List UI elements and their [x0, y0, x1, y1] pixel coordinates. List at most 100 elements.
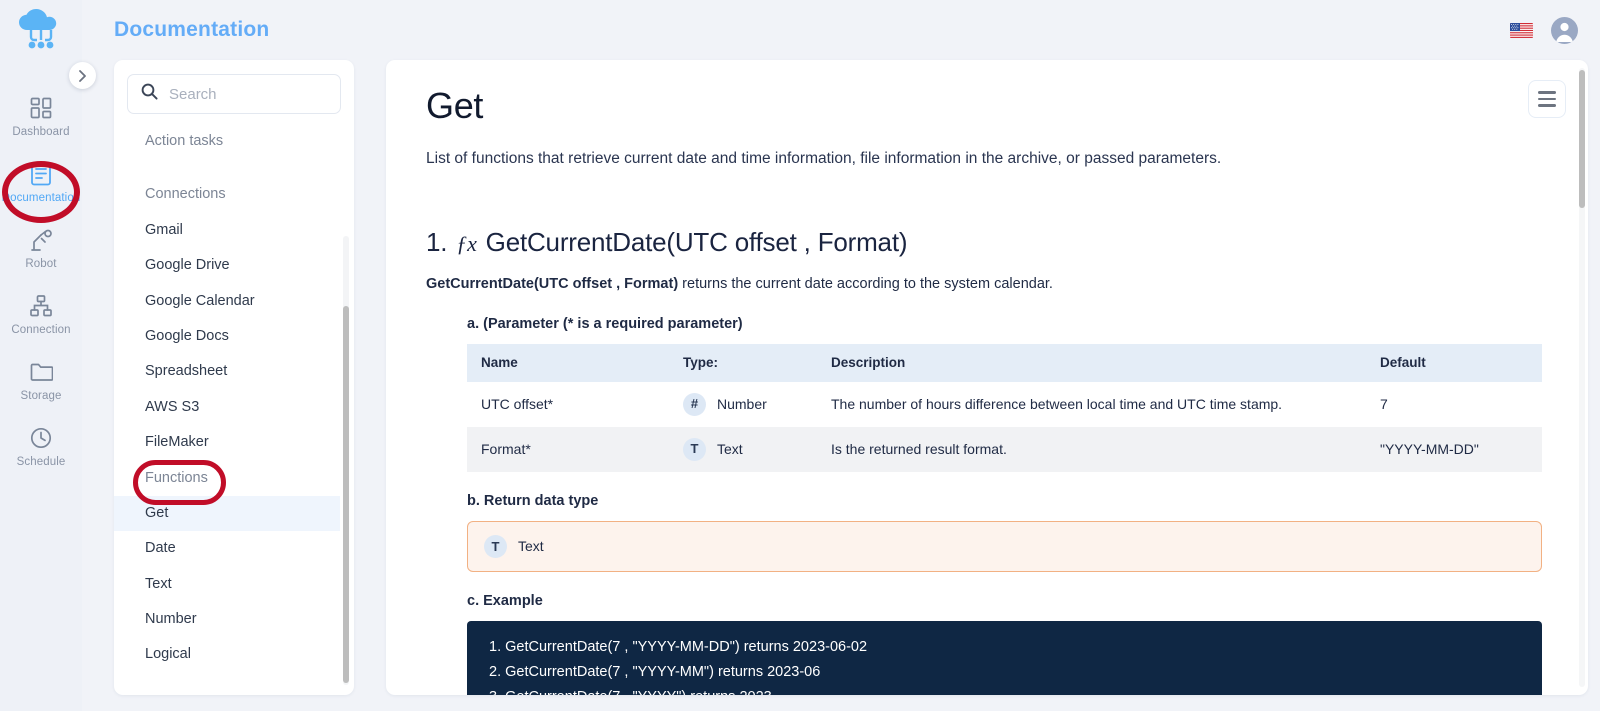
docnav-item-logical[interactable]: Logical	[114, 637, 340, 672]
rail-item-schedule[interactable]: Schedule	[0, 414, 82, 480]
function-summary: GetCurrentDate(UTC offset , Format) retu…	[426, 274, 1542, 294]
docnav-item-gmail[interactable]: Gmail	[114, 213, 340, 248]
docnav-item-text[interactable]: Text	[114, 567, 340, 602]
documentation-article: Get List of functions that retrieve curr…	[386, 60, 1588, 695]
table-header-row: Name Type: Description Default	[467, 343, 1542, 382]
parameters-table: Name Type: Description Default UTC offse…	[467, 343, 1542, 472]
search-icon	[141, 83, 158, 105]
documentation-nav-scroll: Action tasks Connections Gmail Google Dr…	[114, 124, 354, 695]
fx-icon: ƒx	[456, 231, 477, 257]
cell-param-type-label: Text	[717, 440, 743, 457]
robot-arm-icon	[28, 227, 54, 253]
example-line: 2. GetCurrentDate(7 , "YYYY-MM") returns…	[489, 663, 821, 680]
rail-item-label: Schedule	[16, 456, 66, 469]
function-heading: 1. ƒx GetCurrentDate(UTC offset , Format…	[426, 227, 1542, 258]
cell-param-type-label: Number	[717, 395, 767, 412]
rail-item-robot[interactable]: Robot	[0, 216, 82, 282]
docnav-item-google-docs[interactable]: Google Docs	[114, 319, 340, 354]
top-header-bar: Documentation	[82, 0, 1600, 60]
docnav-section-action-tasks[interactable]: Action tasks	[114, 124, 340, 159]
app-logo[interactable]	[11, 8, 71, 56]
table-row: Format* T Text Is the returned result fo…	[467, 426, 1542, 472]
documentation-nav-list: Action tasks Connections Gmail Google Dr…	[114, 124, 354, 695]
return-type-heading: b. Return data type	[467, 492, 599, 509]
table-row: UTC offset* # Number The number of hours…	[467, 382, 1542, 427]
page-body: Action tasks Connections Gmail Google Dr…	[82, 60, 1600, 711]
rail-item-documentation[interactable]: Documentation	[0, 150, 82, 216]
return-type-box: T Text	[467, 520, 1542, 572]
clock-icon	[28, 425, 54, 451]
docnav-item-date[interactable]: Date	[114, 531, 340, 566]
page-title: Get	[426, 85, 484, 126]
example-line: 3. GetCurrentDate(7 , "YYYY") returns 20…	[489, 685, 1520, 695]
folder-icon	[28, 359, 54, 385]
text-type-icon: T	[484, 534, 507, 558]
function-signature: GetCurrentDate(UTC offset , Format)	[485, 227, 908, 258]
rail-item-label: Storage	[20, 390, 62, 403]
column-header-description: Description	[817, 343, 1366, 382]
number-type-icon: #	[683, 392, 706, 416]
cell-param-name: UTC offset*	[481, 395, 554, 412]
column-header-name: Name	[467, 343, 669, 382]
dashboard-grid-icon	[28, 95, 54, 121]
app-shell: Documentation Search Action tasks Connec…	[82, 0, 1600, 711]
docnav-item-google-drive[interactable]: Google Drive	[114, 248, 340, 283]
cell-param-default: "YYYY-MM-DD"	[1366, 426, 1542, 472]
rail-item-list: Dashboard Documentation Robot Connection…	[0, 84, 82, 480]
hamburger-line	[1538, 104, 1556, 107]
us-flag-icon[interactable]	[1510, 22, 1533, 38]
search-input[interactable]	[169, 85, 327, 103]
cell-param-type: T Text	[669, 426, 817, 472]
function-summary-text: returns the current date according to th…	[678, 276, 1053, 293]
column-header-default: Default	[1366, 343, 1542, 382]
docnav-item-filemaker[interactable]: FileMaker	[114, 425, 340, 460]
example-line: 1. GetCurrentDate(7 , "YYYY-MM-DD") retu…	[489, 638, 868, 655]
docnav-item-spreadsheet[interactable]: Spreadsheet	[114, 354, 340, 389]
rail-item-label: Robot	[25, 258, 57, 271]
user-avatar-icon[interactable]	[1551, 16, 1578, 44]
cell-param-description: Is the returned result format.	[817, 426, 1366, 472]
docnav-item-get[interactable]: Get	[114, 495, 340, 532]
cell-param-type: # Number	[669, 382, 817, 427]
app-root: Dashboard Documentation Robot Connection…	[0, 0, 1600, 711]
scrollbar-thumb[interactable]	[343, 306, 349, 683]
cell-param-description: The number of hours difference between l…	[831, 395, 1283, 412]
docnav-item-number[interactable]: Number	[114, 602, 340, 637]
example-code-block: 1. GetCurrentDate(7 , "YYYY-MM-DD") retu…	[467, 620, 1542, 695]
function-index: 1.	[426, 227, 448, 258]
rail-collapse-toggle[interactable]	[69, 62, 96, 89]
content-scrollbar[interactable]	[1579, 68, 1585, 687]
hamburger-menu-icon[interactable]	[1528, 80, 1566, 118]
function-summary-signature: GetCurrentDate(UTC offset , Format)	[426, 276, 679, 293]
page-header-title: Documentation	[114, 18, 270, 41]
text-type-icon: T	[683, 437, 706, 461]
example-heading: c. Example	[467, 592, 543, 609]
docnav-item-google-calendar[interactable]: Google Calendar	[114, 284, 340, 319]
cell-param-name: Format*	[467, 426, 669, 472]
rail-item-dashboard[interactable]: Dashboard	[0, 84, 82, 150]
rail-item-label: Documentation	[1, 192, 81, 205]
rail-item-label: Connection	[11, 324, 71, 337]
search-container	[114, 60, 354, 124]
sitemap-icon	[28, 293, 54, 319]
docnav-item-aws-s3[interactable]: AWS S3	[114, 390, 340, 425]
page-description: List of functions that retrieve current …	[426, 149, 1222, 167]
document-icon	[28, 161, 54, 187]
rail-item-storage[interactable]: Storage	[0, 348, 82, 414]
hamburger-line	[1538, 97, 1556, 101]
search-box[interactable]	[127, 74, 341, 114]
primary-nav-rail: Dashboard Documentation Robot Connection…	[0, 0, 96, 711]
cell-param-default: 7	[1380, 395, 1388, 412]
hamburger-line	[1538, 91, 1556, 94]
column-header-type: Type:	[669, 343, 817, 382]
documentation-nav-scrollbar[interactable]	[343, 236, 349, 685]
docnav-section-functions[interactable]: Functions	[114, 461, 340, 496]
top-header-actions	[1510, 16, 1578, 44]
documentation-content-panel: Get List of functions that retrieve curr…	[386, 60, 1588, 695]
rail-item-connection[interactable]: Connection	[0, 282, 82, 348]
scrollbar-thumb[interactable]	[1579, 70, 1585, 208]
docnav-section-connections[interactable]: Connections	[114, 177, 340, 212]
rail-item-label: Dashboard	[12, 126, 70, 139]
return-type-label: Text	[518, 538, 544, 555]
parameters-heading: a. (Parameter (* is a required parameter…	[467, 315, 743, 332]
